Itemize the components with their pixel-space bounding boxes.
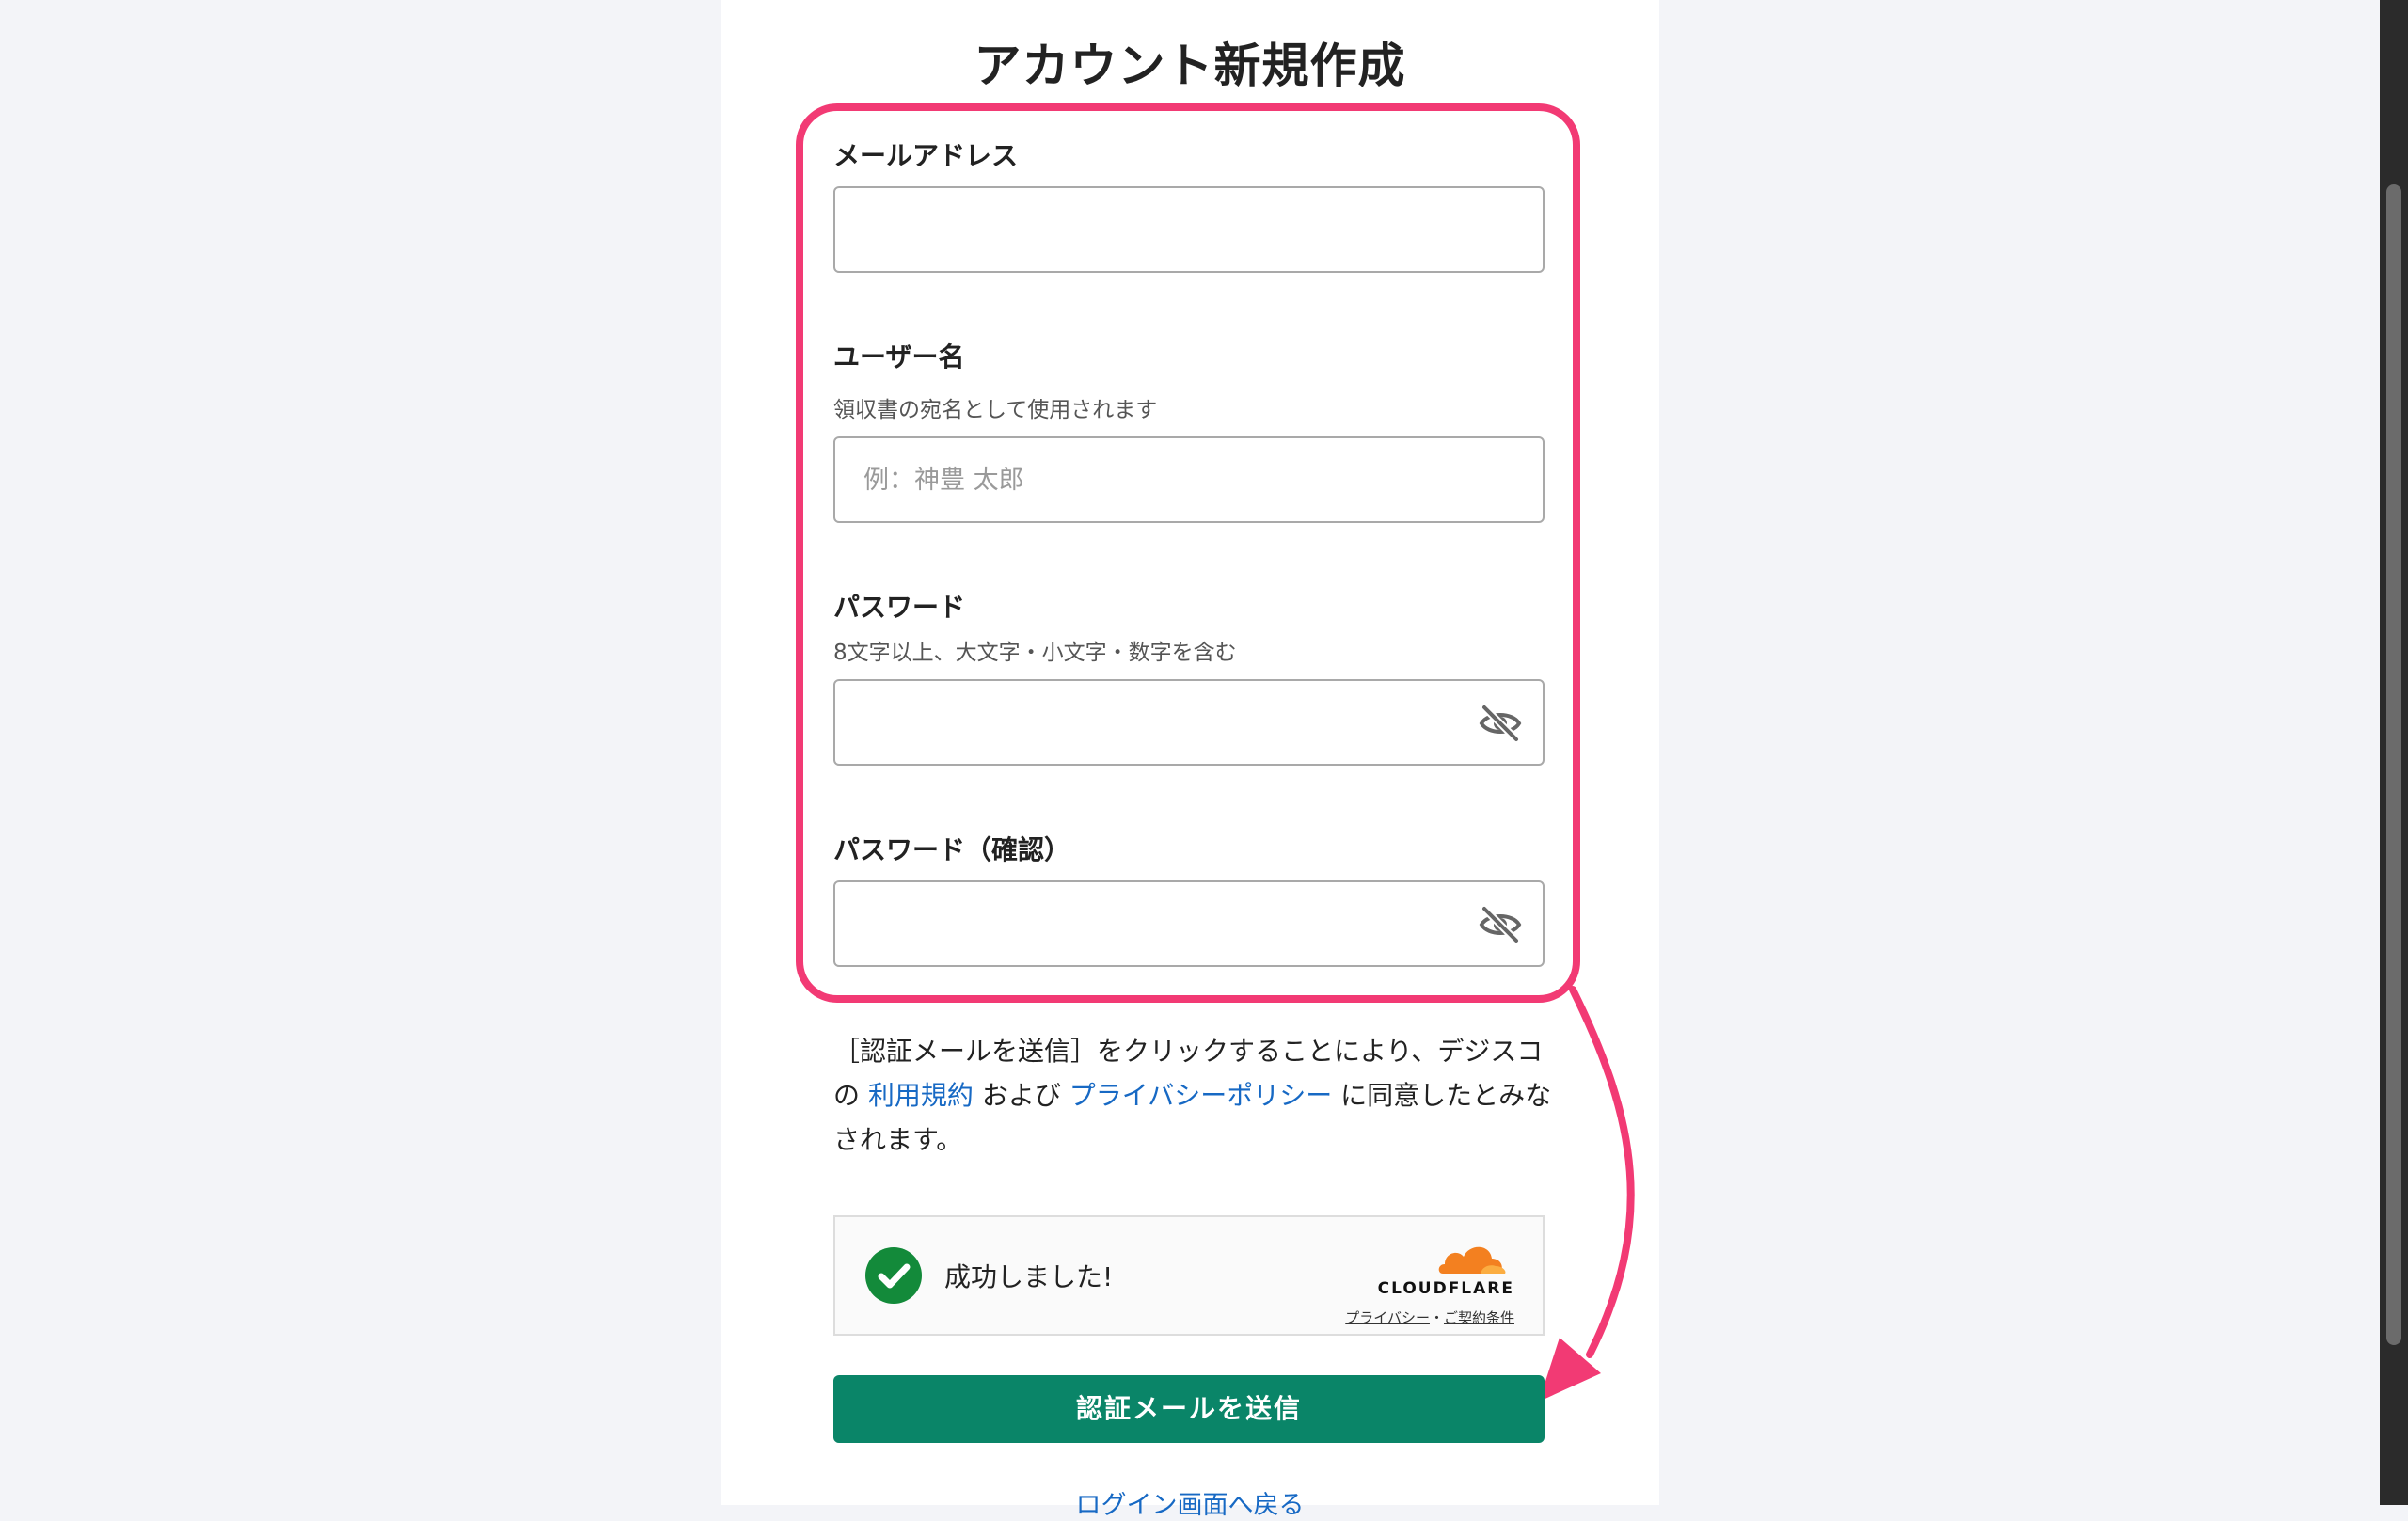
cloudflare-wordmark: CLOUDFLARE <box>1377 1279 1514 1298</box>
terms-and: および <box>981 1080 1061 1111</box>
privacy-policy-link[interactable]: プライバシーポリシー <box>1069 1080 1332 1111</box>
terms-of-service-link[interactable]: 利用規約 <box>868 1080 974 1111</box>
cloudflare-terms-link[interactable]: ご契約条件 <box>1444 1309 1514 1326</box>
cloudflare-logo: CLOUDFLARE プライバシー・ご契約条件 <box>1345 1240 1514 1326</box>
cloudflare-cloud-icon <box>1438 1246 1506 1274</box>
terms-text: ［認証メールを送信］をクリックすることにより、デジスコの 利用規約 および プラ… <box>833 1029 1558 1162</box>
check-circle-icon <box>865 1247 922 1304</box>
page-title: アカウント新規作成 <box>974 39 1406 93</box>
cloudflare-links: プライバシー・ご契約条件 <box>1345 1307 1514 1327</box>
send-verification-button[interactable]: 認証メールを送信 <box>833 1375 1545 1443</box>
highlight-frame <box>796 103 1580 1003</box>
back-to-login-link[interactable]: ログイン画面へ戻る <box>721 1484 1659 1521</box>
captcha-status: 成功しました! <box>944 1261 1114 1292</box>
cloudflare-privacy-link[interactable]: プライバシー <box>1345 1309 1430 1326</box>
captcha-widget: 成功しました! CLOUDFLARE プライバシー・ご契約条件 <box>833 1215 1545 1336</box>
scrollbar-thumb[interactable] <box>2386 184 2401 1345</box>
cloudflare-link-separator: ・ <box>1429 1309 1444 1326</box>
